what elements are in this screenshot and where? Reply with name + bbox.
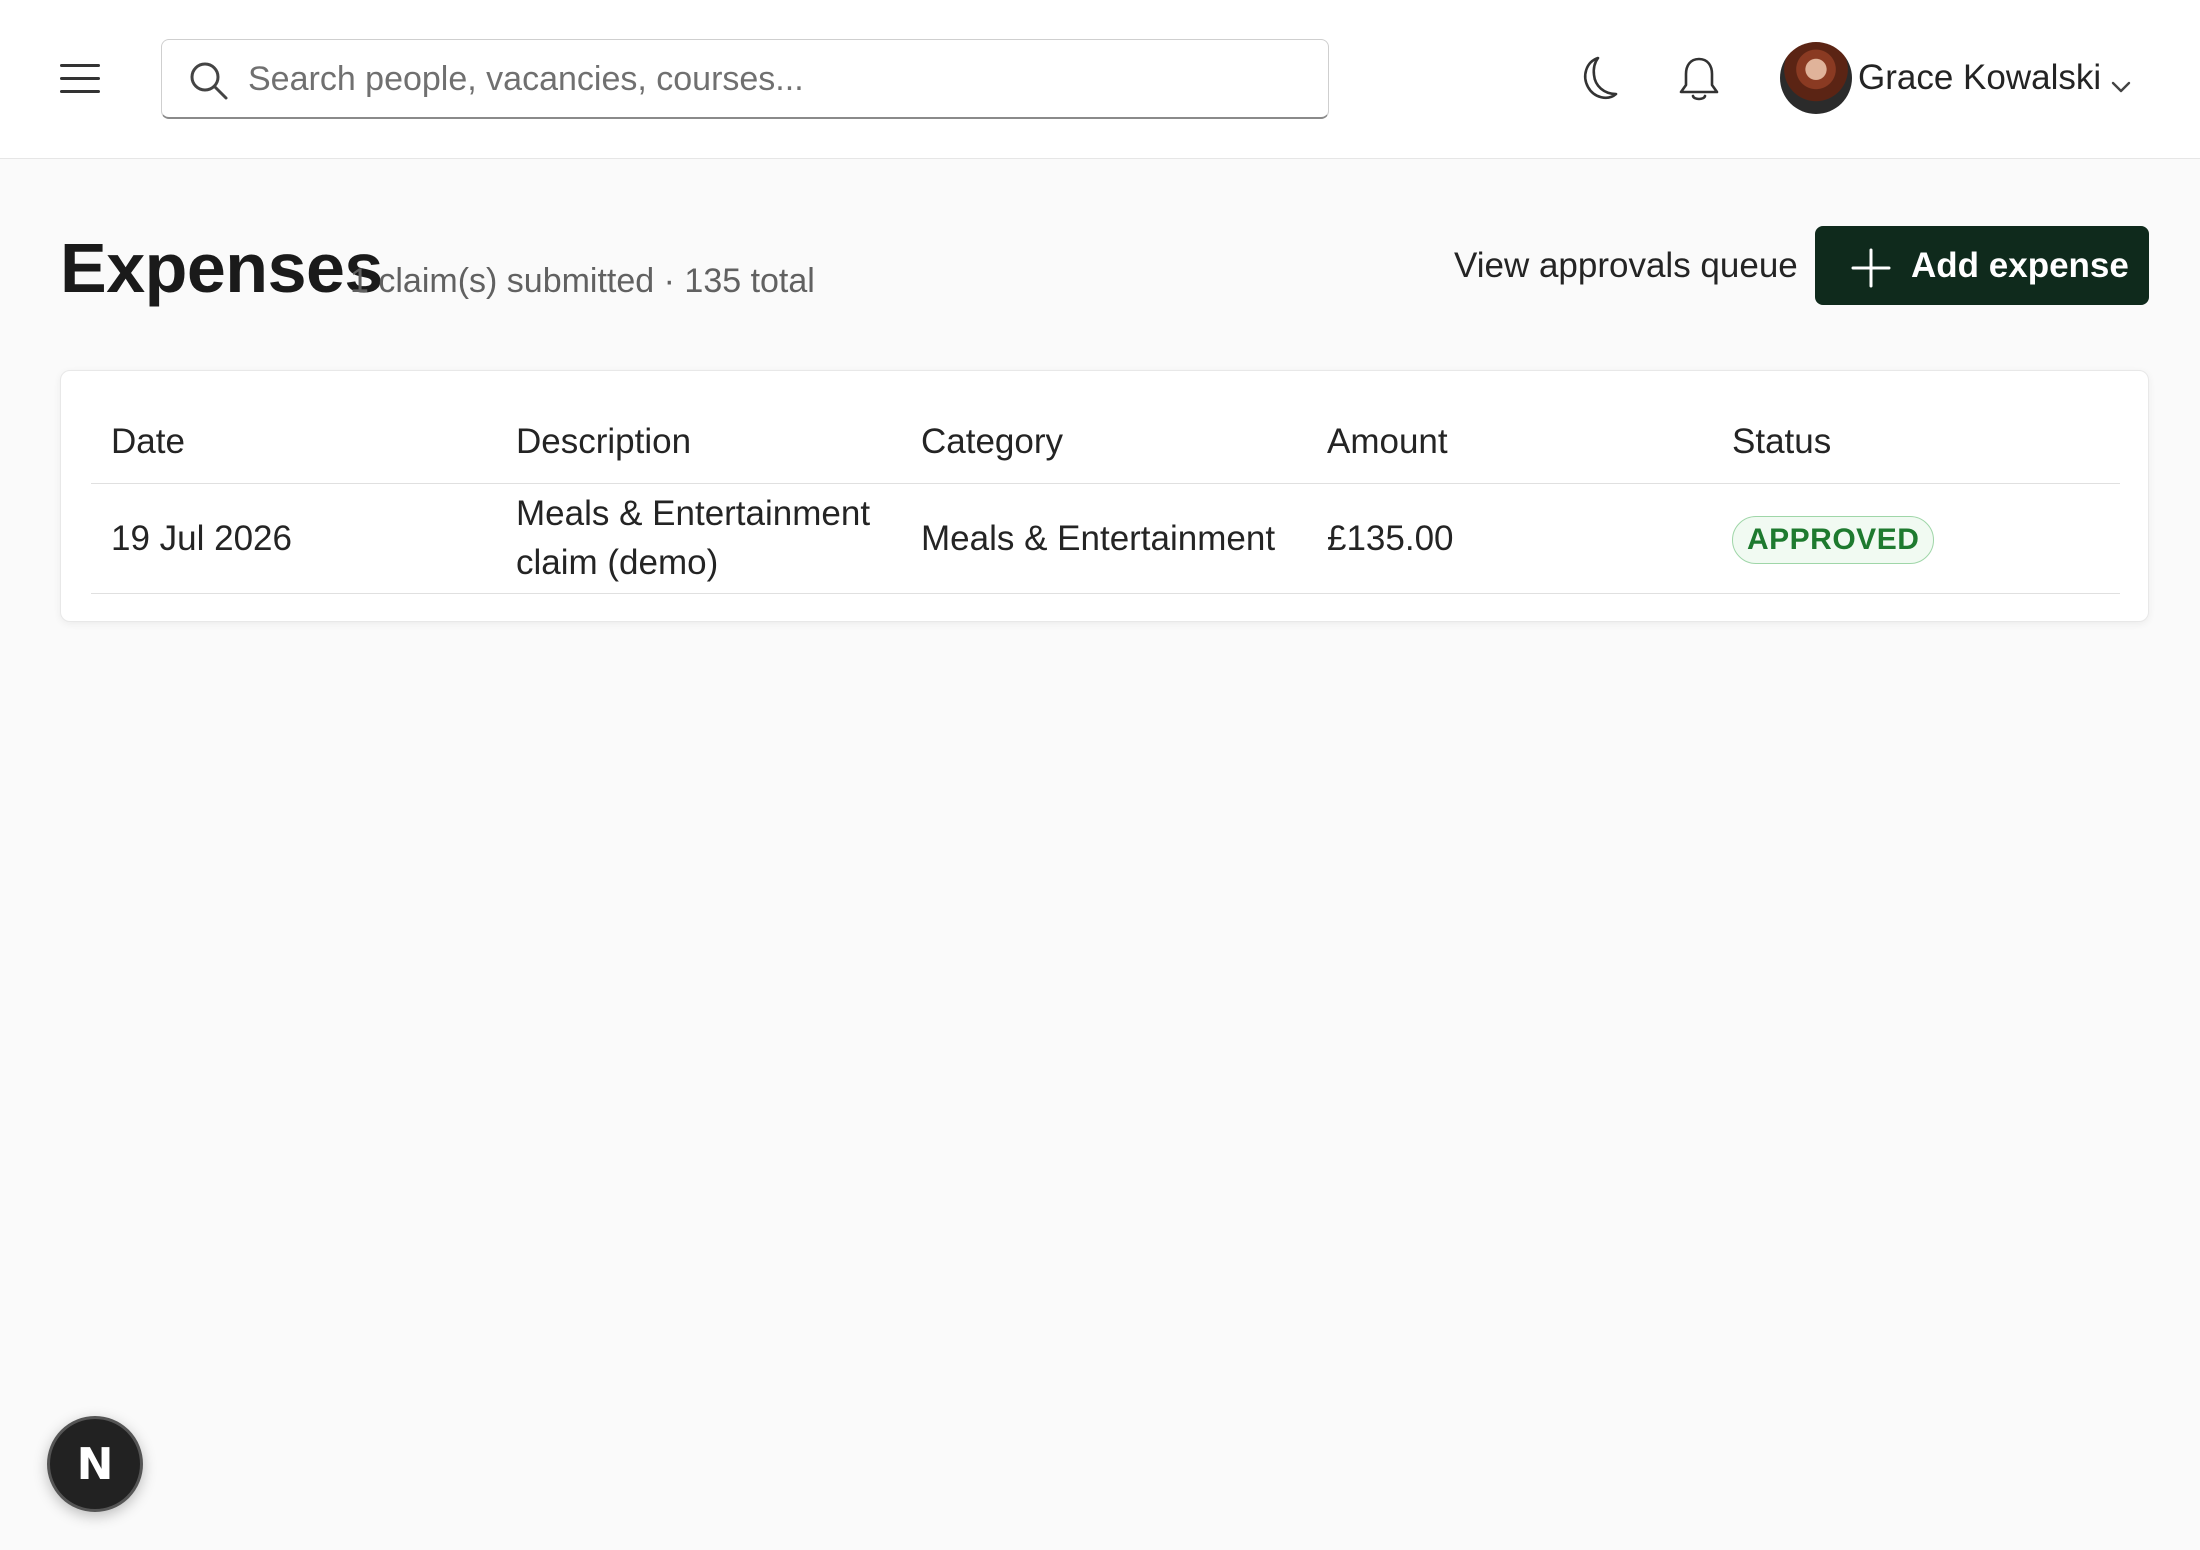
cell-amount: £135.00 (1307, 483, 1712, 594)
column-header-description[interactable]: Description (496, 401, 901, 484)
chevron-down-icon[interactable] (2110, 80, 2132, 94)
table-row[interactable]: 19 Jul 2026 Meals & Entertainment claim … (91, 483, 2120, 594)
floating-action-button[interactable]: N (47, 1416, 143, 1512)
column-header-amount[interactable]: Amount (1307, 401, 1712, 484)
expenses-table-card: Date Description Category Amount Status … (60, 370, 2149, 622)
expenses-table: Date Description Category Amount Status … (91, 401, 2120, 594)
column-header-category[interactable]: Category (901, 401, 1307, 484)
bell-icon (1679, 57, 1719, 101)
notifications-button[interactable] (1676, 54, 1722, 109)
dark-mode-toggle[interactable] (1574, 54, 1620, 109)
add-expense-label: Add expense (1911, 246, 2129, 285)
column-header-date[interactable]: Date (91, 401, 496, 484)
column-header-status[interactable]: Status (1712, 401, 2120, 484)
menu-icon[interactable] (52, 54, 108, 102)
cell-status: APPROVED (1712, 483, 2120, 594)
status-badge: APPROVED (1732, 515, 1935, 564)
add-expense-button[interactable]: Add expense (1815, 226, 2149, 305)
search-box[interactable] (161, 39, 1329, 119)
user-name[interactable]: Grace Kowalski (1858, 58, 2101, 98)
view-approvals-queue-link[interactable]: View approvals queue (1454, 246, 1798, 286)
table-header-row: Date Description Category Amount Status (91, 401, 2120, 484)
plus-icon (1851, 248, 1891, 288)
top-bar: Grace Kowalski (0, 0, 2200, 159)
cell-category: Meals & Entertainment (901, 483, 1307, 594)
page-subtitle: 1 claim(s) submitted · 135 total (350, 262, 815, 300)
search-icon (190, 62, 228, 100)
moon-icon (1584, 56, 1618, 100)
fab-label: N (76, 1438, 114, 1490)
page-title: Expenses (60, 229, 383, 307)
avatar[interactable] (1780, 42, 1852, 114)
search-input[interactable] (248, 50, 1308, 108)
cell-description: Meals & Entertainment claim (demo) (496, 483, 901, 594)
cell-date: 19 Jul 2026 (91, 483, 496, 594)
